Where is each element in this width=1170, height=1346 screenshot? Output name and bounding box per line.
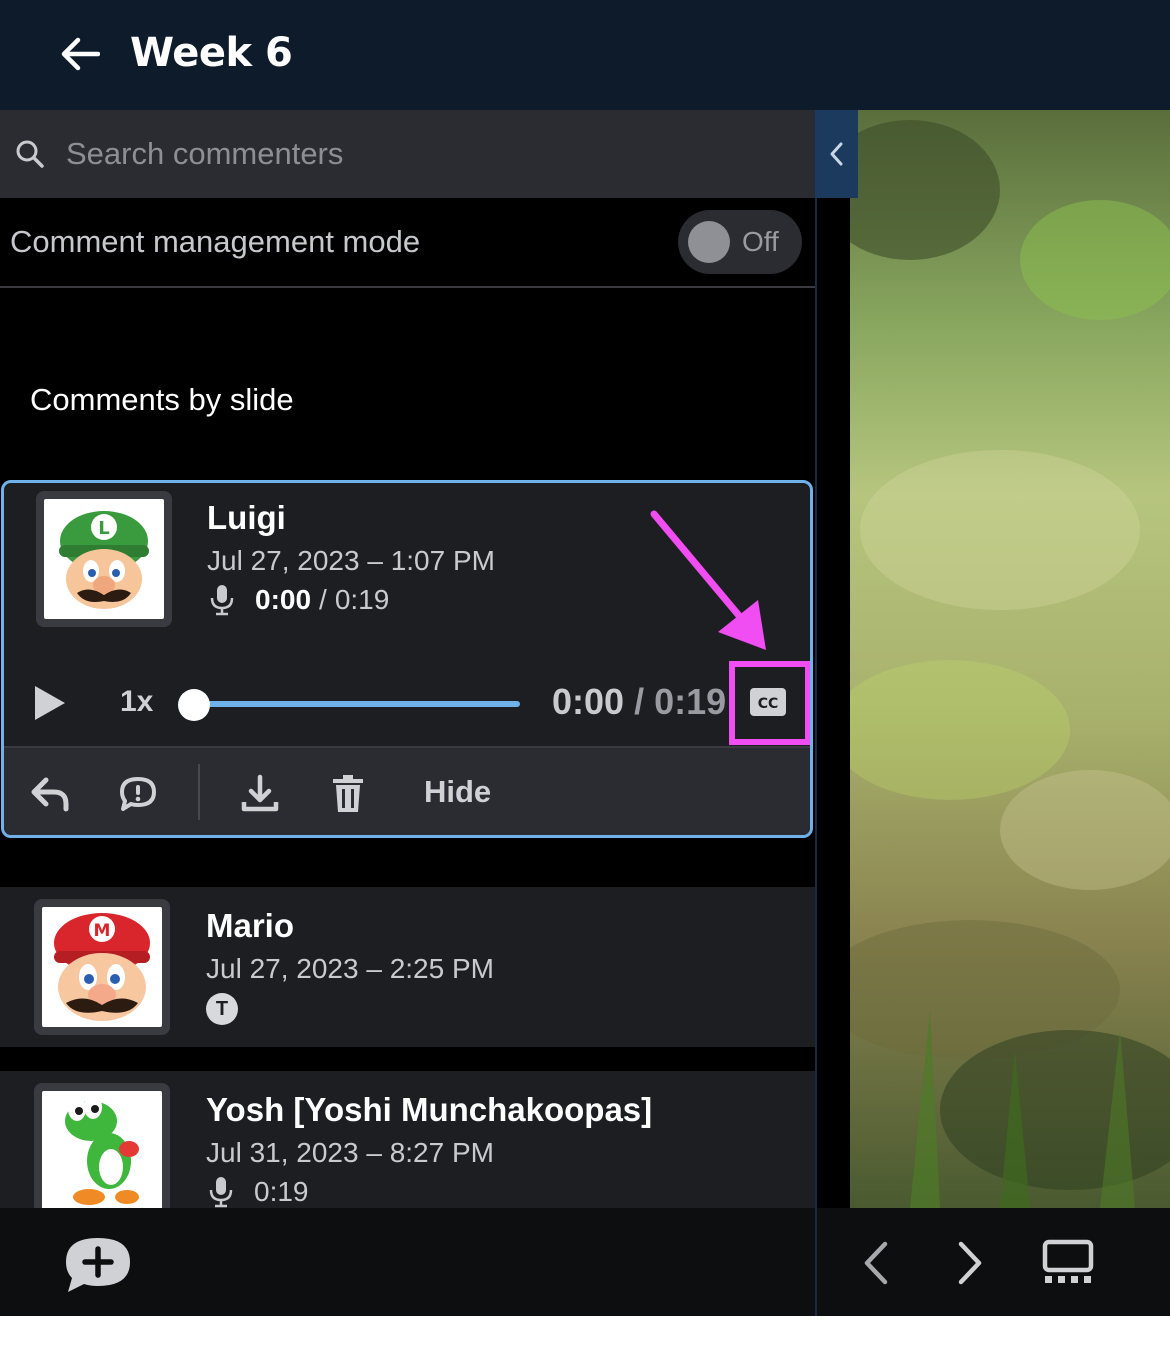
search-icon — [16, 140, 44, 168]
comment-bubble-icon — [120, 777, 156, 811]
svg-text:M: M — [94, 921, 111, 941]
app-window: Week 6 Comment management mode Off Comme… — [0, 0, 1170, 1316]
audio-duration: 0:19 — [254, 1176, 309, 1207]
page-title: Week 6 — [130, 30, 293, 76]
toggle-knob — [688, 221, 730, 263]
back-button[interactable] — [56, 30, 104, 78]
microphone-icon — [210, 585, 234, 616]
chevron-left-icon — [830, 142, 842, 166]
comment-management-label: Comment management mode — [10, 224, 421, 259]
hide-button[interactable]: Hide — [424, 774, 491, 810]
actions-divider — [198, 764, 200, 820]
comment-card-yoshi[interactable]: Yosh [Yoshi Munchakoopas] Jul 31, 2023 –… — [0, 1071, 815, 1208]
svg-text:L: L — [98, 518, 109, 539]
progress-track[interactable] — [194, 701, 520, 707]
player-time: 0:00 / 0:19 — [552, 681, 726, 723]
text-comment-badge: T — [206, 993, 238, 1025]
comment-card-mario[interactable]: M Mario Jul 27, 2023 – 2:25 PM T — [0, 887, 815, 1047]
player-separator: / — [634, 681, 645, 722]
comment-actions: Hide — [4, 746, 810, 835]
yoshi-avatar-icon — [65, 1095, 139, 1205]
comments-panel: Comment management mode Off Comments by … — [0, 110, 815, 1208]
comment-date: Jul 27, 2023 – 1:07 PM — [207, 545, 495, 576]
commenter-name: Mario — [206, 907, 295, 944]
comment-management-toggle[interactable]: Off — [678, 210, 802, 274]
bottom-toolbar — [0, 1208, 815, 1316]
slide-image — [850, 110, 1170, 1208]
audio-separator: / — [319, 584, 327, 615]
player-duration: 0:19 — [654, 681, 727, 722]
header: Week 6 — [0, 0, 1170, 110]
luigi-avatar-icon: L — [59, 511, 149, 609]
mario-avatar-icon: M — [54, 913, 150, 1021]
delete-button[interactable] — [326, 772, 370, 816]
comment-management-row: Comment management mode Off — [0, 198, 815, 288]
slide-strip — [817, 198, 850, 1208]
audio-player: 1x 0:00 / 0:19 CC — [4, 663, 810, 745]
player-elapsed: 0:00 — [552, 681, 625, 722]
arrow-left-icon — [61, 37, 100, 71]
slide-navigation — [817, 1208, 1170, 1316]
text-badge-label: T — [215, 997, 229, 1020]
add-comment-button[interactable] — [62, 1234, 134, 1294]
commenter-name: Luigi — [207, 499, 286, 536]
download-button[interactable] — [238, 772, 282, 816]
reply-button[interactable] — [28, 772, 72, 816]
audio-meta: 0:00 / 0:19 — [209, 583, 389, 617]
chevron-left-icon[interactable] — [853, 1238, 901, 1288]
slide-grid-icon[interactable] — [1041, 1238, 1095, 1288]
audio-elapsed: 0:00 — [255, 584, 312, 615]
avatar: L — [36, 491, 172, 627]
download-icon — [241, 774, 279, 812]
comment-card-luigi[interactable]: L Luigi Jul 27, 2023 – 1:07 PM 0:00 / 0:… — [1, 480, 813, 838]
audio-meta: 0:19 — [208, 1175, 309, 1208]
audio-duration: 0:19 — [334, 584, 390, 615]
toggle-state: Off — [742, 226, 779, 257]
reply-icon — [31, 777, 69, 812]
nature-photo-icon — [850, 110, 1170, 1208]
comment-date: Jul 27, 2023 – 2:25 PM — [206, 953, 494, 984]
cc-highlight-box — [729, 661, 810, 745]
collapse-panel-button[interactable] — [815, 110, 858, 198]
playback-speed-button[interactable]: 1x — [120, 685, 153, 719]
search-input[interactable] — [66, 128, 766, 180]
add-comment-icon — [66, 1238, 130, 1292]
play-icon[interactable] — [30, 681, 70, 725]
section-title: Comments by slide — [30, 382, 294, 417]
trash-icon — [333, 775, 363, 812]
search-bar — [0, 110, 815, 198]
avatar — [34, 1083, 170, 1208]
microphone-icon — [209, 1177, 233, 1208]
commenter-name: Yosh [Yoshi Munchakoopas] — [206, 1091, 653, 1128]
chevron-right-icon[interactable] — [945, 1238, 993, 1288]
comment-thread-button[interactable] — [116, 772, 160, 816]
comment-date: Jul 31, 2023 – 8:27 PM — [206, 1137, 494, 1168]
progress-thumb[interactable] — [178, 689, 210, 721]
avatar: M — [34, 899, 170, 1035]
